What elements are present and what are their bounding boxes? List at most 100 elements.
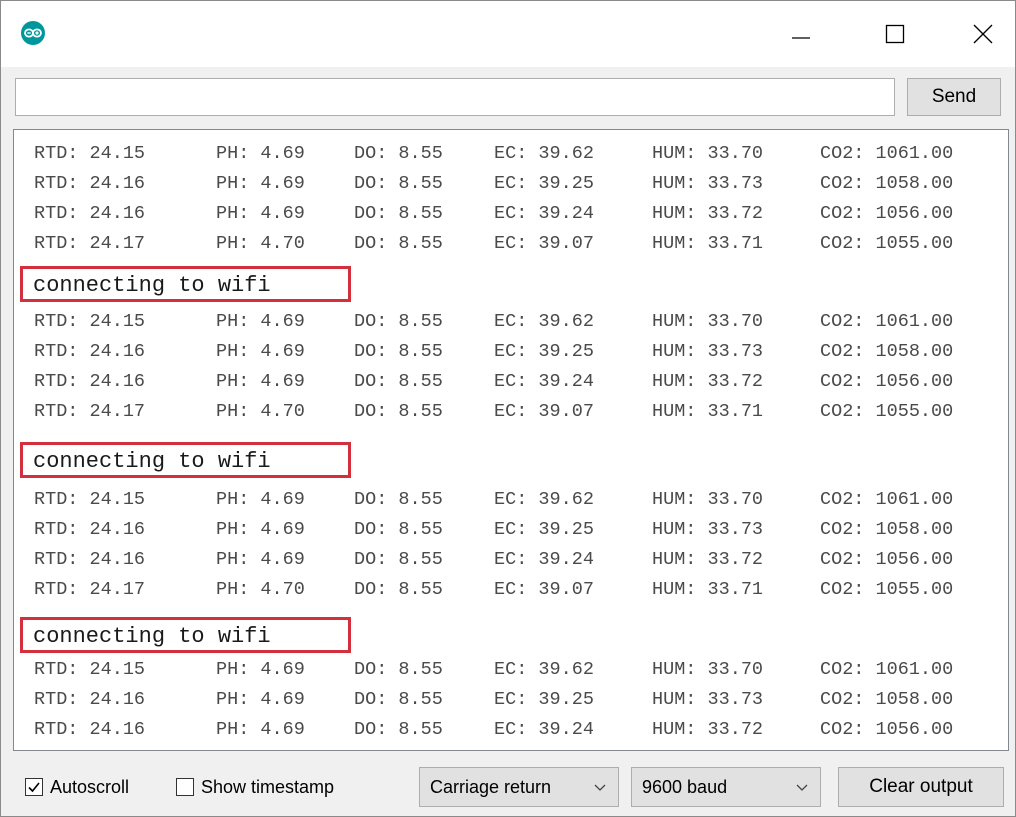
reading-value: HUM: 33.70 (652, 659, 764, 680)
reading-value: RTD: 24.16 (34, 519, 146, 540)
reading-value: EC: 39.62 (494, 659, 594, 680)
reading-value: DO: 8.55 (354, 719, 443, 740)
output-line: RTD: 24.16 PH: 4.69 DO: 8.55 EC: 39.25 HUM: … (34, 515, 1000, 545)
output-line: RTD: 24.15 PH: 4.69 DO: 8.55 EC: 39.62 HUM: … (34, 139, 1000, 169)
reading-value: DO: 8.55 (354, 203, 443, 224)
reading-value: CO2: 1056.00 (820, 719, 954, 740)
title-bar (1, 1, 1015, 67)
autoscroll-checkbox[interactable] (25, 778, 43, 796)
reading-value: PH: 4.69 (216, 341, 305, 362)
output-line: RTD: 24.17 PH: 4.70 DO: 8.55 EC: 39.07 HUM: … (34, 397, 1000, 427)
reading-value: DO: 8.55 (354, 489, 443, 510)
reading-value: PH: 4.69 (216, 203, 305, 224)
reading-value: PH: 4.69 (216, 371, 305, 392)
output-line: RTD: 24.17 PH: 4.70 DO: 8.55 EC: 39.07 HUM: … (34, 229, 1000, 259)
reading-value: EC: 39.24 (494, 549, 594, 570)
reading-value: DO: 8.55 (354, 689, 443, 710)
reading-value: PH: 4.69 (216, 173, 305, 194)
reading-value: HUM: 33.70 (652, 311, 764, 332)
close-button[interactable] (953, 9, 1013, 59)
reading-value: HUM: 33.70 (652, 489, 764, 510)
reading-value: EC: 39.25 (494, 519, 594, 540)
reading-value: HUM: 33.73 (652, 689, 764, 710)
reading-value: PH: 4.69 (216, 689, 305, 710)
reading-value: HUM: 33.72 (652, 371, 764, 392)
reading-value: RTD: 24.16 (34, 203, 146, 224)
reading-value: RTD: 24.15 (34, 489, 146, 510)
reading-value: RTD: 24.15 (34, 659, 146, 680)
reading-value: RTD: 24.15 (34, 311, 146, 332)
reading-value: EC: 39.25 (494, 689, 594, 710)
reading-value: EC: 39.25 (494, 173, 594, 194)
reading-value: EC: 39.07 (494, 401, 594, 422)
reading-value: DO: 8.55 (354, 341, 443, 362)
minimize-button[interactable] (771, 9, 831, 59)
connecting-message: connecting to wifi (20, 442, 351, 478)
reading-value: HUM: 33.72 (652, 719, 764, 740)
reading-value: EC: 39.07 (494, 579, 594, 600)
clear-output-button[interactable]: Clear output (838, 767, 1004, 807)
reading-value: HUM: 33.73 (652, 519, 764, 540)
serial-input[interactable] (15, 78, 895, 116)
reading-value: RTD: 24.17 (34, 401, 146, 422)
output-line: RTD: 24.17 PH: 4.70 DO: 8.55 EC: 39.07 HUM: … (34, 575, 1000, 605)
reading-value: CO2: 1061.00 (820, 143, 954, 164)
show-timestamp-checkbox[interactable] (176, 778, 194, 796)
reading-value: PH: 4.69 (216, 519, 305, 540)
reading-value: CO2: 1061.00 (820, 311, 954, 332)
reading-value: DO: 8.55 (354, 549, 443, 570)
baud-rate-select[interactable]: 9600 baud (631, 767, 821, 807)
chevron-down-icon (594, 784, 606, 791)
maximize-icon (885, 24, 905, 44)
reading-value: CO2: 1058.00 (820, 173, 954, 194)
reading-value: PH: 4.70 (216, 233, 305, 254)
output-line: RTD: 24.16 PH: 4.69 DO: 8.55 EC: 39.25 HUM: … (34, 337, 1000, 367)
reading-value: DO: 8.55 (354, 371, 443, 392)
reading-value: CO2: 1058.00 (820, 519, 954, 540)
reading-value: HUM: 33.72 (652, 549, 764, 570)
serial-output[interactable]: RTD: 24.15 PH: 4.69 DO: 8.55 EC: 39.62 HUM: … (13, 129, 1009, 751)
reading-value: PH: 4.69 (216, 659, 305, 680)
output-line: RTD: 24.15 PH: 4.69 DO: 8.55 EC: 39.62 HUM: … (34, 307, 1000, 337)
send-row: Send (1, 67, 1015, 129)
output-line: RTD: 24.16 PH: 4.69 DO: 8.55 EC: 39.25 HUM: … (34, 685, 1000, 715)
reading-value: DO: 8.55 (354, 579, 443, 600)
reading-value: HUM: 33.71 (652, 401, 764, 422)
reading-value: PH: 4.69 (216, 719, 305, 740)
reading-value: RTD: 24.16 (34, 371, 146, 392)
reading-value: HUM: 33.73 (652, 173, 764, 194)
show-timestamp-label[interactable]: Show timestamp (201, 775, 334, 799)
reading-value: CO2: 1055.00 (820, 401, 954, 422)
reading-value: EC: 39.24 (494, 371, 594, 392)
reading-value: DO: 8.55 (354, 659, 443, 680)
output-line: RTD: 24.16 PH: 4.69 DO: 8.55 EC: 39.24 HUM: … (34, 545, 1000, 575)
reading-value: CO2: 1061.00 (820, 489, 954, 510)
reading-value: PH: 4.70 (216, 579, 305, 600)
output-line: RTD: 24.16 PH: 4.69 DO: 8.55 EC: 39.24 HUM: … (34, 715, 1000, 745)
reading-value: RTD: 24.17 (34, 579, 146, 600)
connecting-message: connecting to wifi (20, 266, 351, 302)
reading-value: RTD: 24.17 (34, 233, 146, 254)
reading-value: PH: 4.69 (216, 489, 305, 510)
reading-value: DO: 8.55 (354, 311, 443, 332)
serial-monitor-window: Send RTD: 24.15 PH: 4.69 DO: 8.55 EC: 39.62… (0, 0, 1016, 817)
reading-value: HUM: 33.73 (652, 341, 764, 362)
send-button[interactable]: Send (907, 78, 1001, 116)
autoscroll-label[interactable]: Autoscroll (50, 775, 129, 799)
checkmark-icon (28, 782, 40, 793)
maximize-button[interactable] (865, 9, 925, 59)
reading-value: HUM: 33.70 (652, 143, 764, 164)
output-line: RTD: 24.15 PH: 4.69 DO: 8.55 EC: 39.62 HUM: … (34, 485, 1000, 515)
reading-value: DO: 8.55 (354, 233, 443, 254)
connecting-message: connecting to wifi (20, 617, 351, 653)
reading-value: RTD: 24.16 (34, 719, 146, 740)
reading-value: RTD: 24.16 (34, 549, 146, 570)
reading-value: PH: 4.69 (216, 311, 305, 332)
reading-value: EC: 39.24 (494, 203, 594, 224)
output-line: RTD: 24.16 PH: 4.69 DO: 8.55 EC: 39.24 HUM: … (34, 367, 1000, 397)
reading-value: RTD: 24.15 (34, 143, 146, 164)
reading-value: EC: 39.24 (494, 719, 594, 740)
chevron-down-icon (796, 784, 808, 791)
line-ending-select[interactable]: Carriage return (419, 767, 619, 807)
reading-value: CO2: 1056.00 (820, 549, 954, 570)
